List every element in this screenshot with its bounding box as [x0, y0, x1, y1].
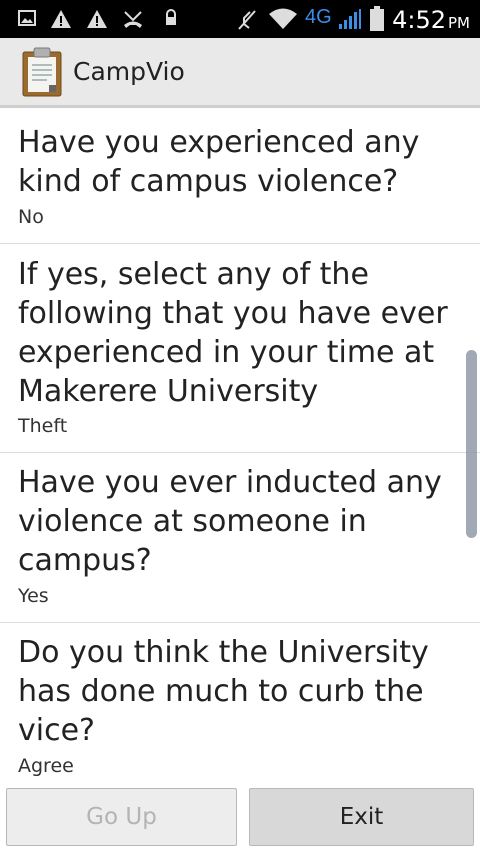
- survey-answer-list[interactable]: Have you experienced any kind of campus …: [0, 110, 480, 782]
- lock-icon: [166, 9, 176, 25]
- answer-text: Theft: [18, 415, 68, 437]
- question-text: Do you think the University has done muc…: [18, 635, 429, 748]
- mute-icon: [238, 10, 256, 30]
- scrollbar[interactable]: [466, 350, 477, 538]
- exit-button[interactable]: Exit: [249, 788, 474, 846]
- list-item[interactable]: If yes, select any of the following that…: [0, 244, 480, 453]
- signal-icon: [339, 9, 361, 29]
- action-bar: CampVio: [0, 38, 480, 108]
- warning-icon: [51, 10, 71, 28]
- warning-icon-2: [87, 10, 107, 28]
- missed-call-icon: [124, 11, 142, 28]
- answer-text: Agree: [18, 755, 74, 777]
- list-item[interactable]: Have you ever inducted any violence at s…: [0, 453, 480, 623]
- clock-ampm: PM: [448, 14, 470, 32]
- question-text: Have you experienced any kind of campus …: [18, 125, 420, 199]
- clock: 4:52 PM: [392, 6, 470, 34]
- list-item[interactable]: Have you experienced any kind of campus …: [0, 110, 480, 244]
- clipboard-icon: [22, 47, 62, 97]
- answer-text: No: [18, 206, 44, 228]
- network-type-label: 4G: [305, 6, 332, 28]
- status-bar: 4G 4:52 PM: [0, 0, 480, 38]
- battery-icon: [370, 6, 384, 31]
- app-title: CampVio: [73, 57, 185, 86]
- go-up-button[interactable]: Go Up: [6, 788, 237, 846]
- list-item[interactable]: Do you think the University has done muc…: [0, 623, 480, 782]
- answer-text: Yes: [18, 585, 49, 607]
- image-notification-icon: [18, 10, 36, 26]
- wifi-icon: [269, 8, 297, 29]
- question-text: Have you ever inducted any violence at s…: [18, 465, 442, 578]
- question-text: If yes, select any of the following that…: [18, 257, 448, 409]
- clock-time: 4:52: [392, 6, 446, 34]
